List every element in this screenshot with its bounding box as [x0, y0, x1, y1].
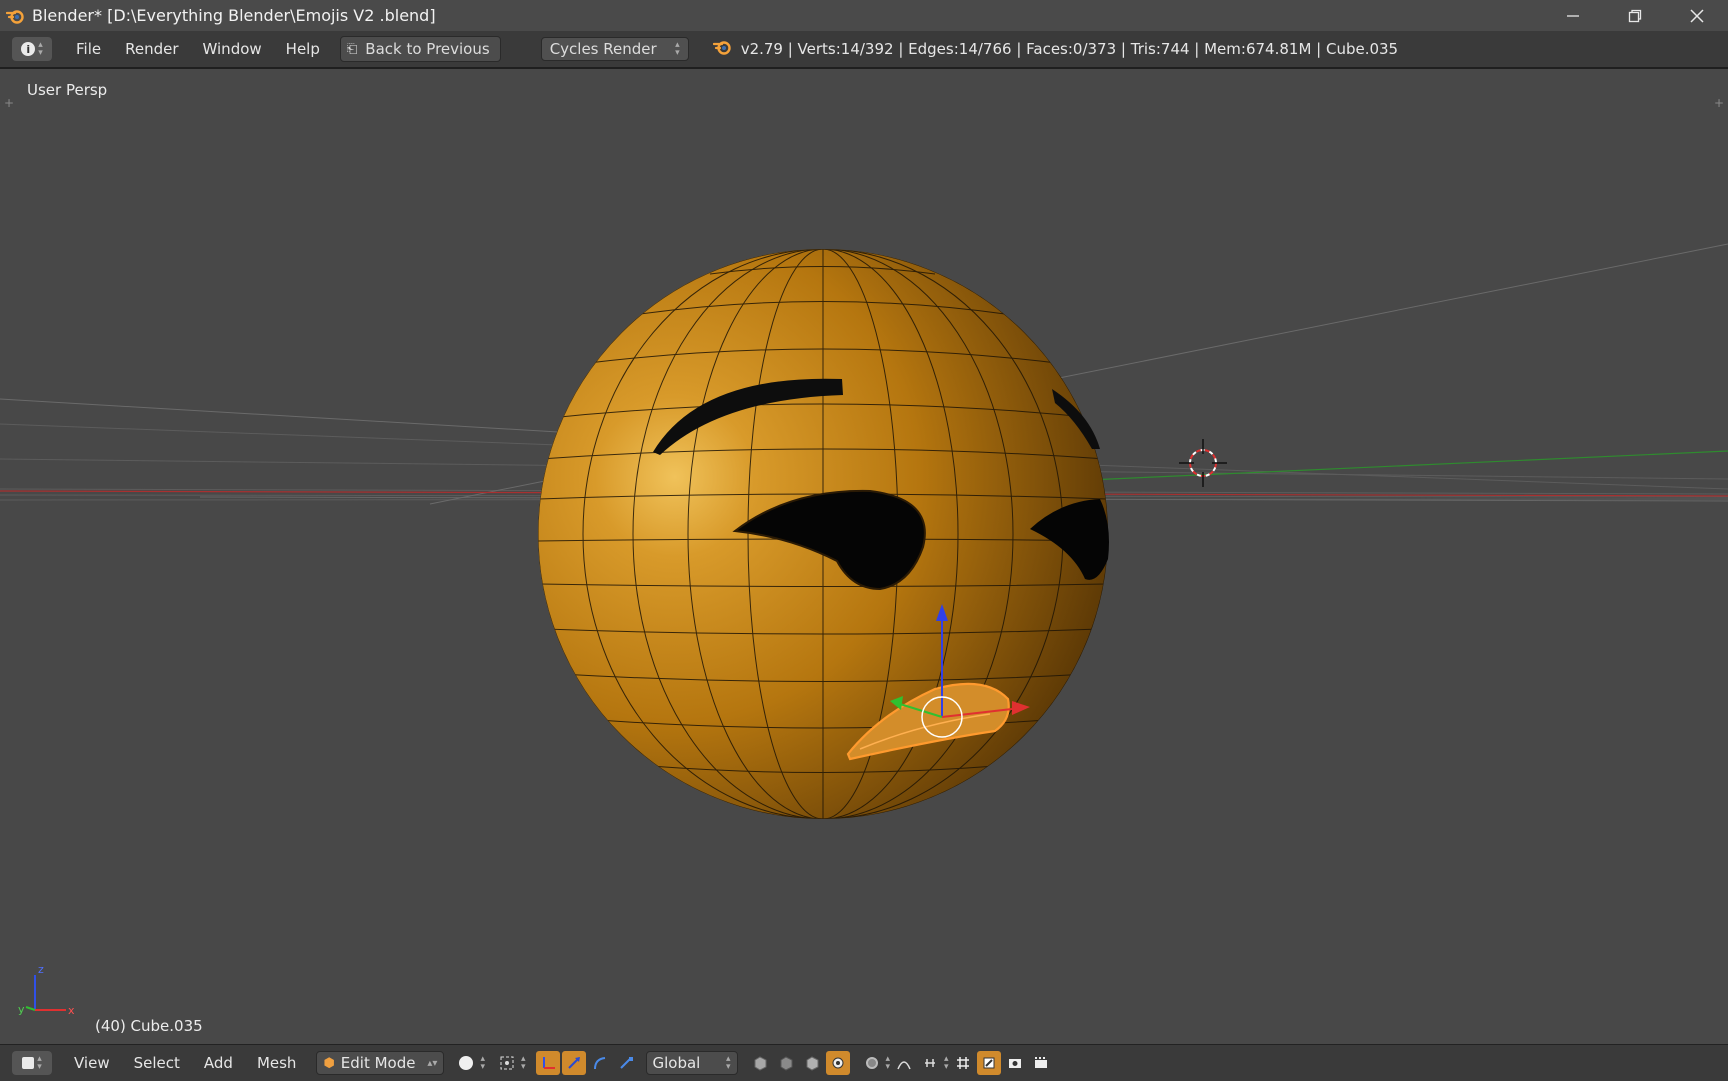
manipulator-group — [535, 1051, 638, 1075]
menu-select[interactable]: Select — [122, 1054, 192, 1072]
transform-orientation-label: Global — [652, 1054, 701, 1072]
render-animation-icon[interactable] — [1029, 1051, 1053, 1075]
edit-mode-icon: ⬢ — [323, 1055, 335, 1071]
menu-render[interactable]: Render — [113, 40, 190, 58]
stats-text: v2.79 | Verts:14/392 | Edges:14/766 | Fa… — [740, 40, 1399, 58]
chevron-updown-icon: ▴▾ — [675, 40, 680, 58]
spinner-icon: ▴ ▾ — [37, 1054, 42, 1072]
3d-cursor-icon[interactable] — [1179, 439, 1227, 487]
scene-stats: v2.79 | Verts:14/392 | Edges:14/766 | Fa… — [712, 39, 1399, 59]
spinner-icon: ▴ ▾ — [480, 1054, 485, 1072]
back-to-previous-label: Back to Previous — [365, 40, 490, 58]
viewport-shading-icon[interactable] — [454, 1051, 478, 1075]
proportional-editing-icon[interactable] — [860, 1051, 884, 1075]
spinner-icon: ▴ ▾ — [520, 1054, 526, 1072]
shading-group: ▴ ▾ — [454, 1051, 485, 1075]
blender-logo-icon — [712, 39, 731, 59]
face-select-icon[interactable] — [800, 1051, 824, 1075]
view-perspective-label: User Persp — [27, 81, 108, 99]
3d-viewport[interactable]: z x y + + User Persp (40) Cube.035 — [0, 69, 1728, 1044]
viewport-scene: z x y — [0, 243, 1728, 1017]
editor-type-selector[interactable]: i ▴ ▾ — [12, 37, 52, 61]
y-axis-line — [999, 450, 1728, 485]
snap-element-icon[interactable] — [951, 1051, 975, 1075]
properties-panel-toggle-icon[interactable]: + — [1713, 97, 1725, 109]
spinner-icon: ▴ ▾ — [885, 1054, 891, 1072]
transform-orientation-select[interactable]: Global ▴ ▾ — [645, 1051, 738, 1075]
close-icon[interactable] — [1666, 0, 1728, 31]
pivot-point-icon[interactable] — [495, 1051, 519, 1075]
active-object-label: (40) Cube.035 — [95, 1017, 203, 1035]
render-still-icon[interactable] — [1003, 1051, 1027, 1075]
window-controls — [1542, 0, 1728, 31]
axis-y-label: y — [18, 1003, 25, 1016]
limit-selection-visible-icon[interactable] — [825, 1051, 850, 1075]
editor-type-selector-3d[interactable]: ▴ ▾ — [12, 1051, 52, 1075]
chevron-updown-icon: ▴▾ — [725, 1054, 731, 1072]
3d-view-header: ▴ ▾ View Select Add Mesh ⬢ Edit Mode ▴▾ ▴… — [0, 1044, 1728, 1081]
blender-app: Blender* [D:\Everything Blender\Emojis V… — [0, 0, 1728, 1081]
axis-z-label: z — [38, 963, 44, 976]
minimize-icon[interactable] — [1542, 0, 1604, 31]
menu-view[interactable]: View — [62, 1054, 122, 1072]
back-to-previous-button[interactable]: ⎗ Back to Previous — [339, 36, 501, 62]
render-engine-label: Cycles Render — [549, 40, 657, 58]
vertex-select-icon[interactable] — [748, 1051, 772, 1075]
interaction-mode-select[interactable]: ⬢ Edit Mode ▴▾ — [316, 1051, 445, 1075]
viewport-toggles — [748, 1051, 850, 1075]
restore-icon[interactable] — [1604, 0, 1666, 31]
window-title: Blender* [D:\Everything Blender\Emojis V… — [32, 6, 436, 25]
back-icon: ⎗ — [346, 41, 358, 57]
info-icon: i — [21, 42, 36, 56]
proportional-group: ▴ ▾ ▴ ▾ — [860, 1051, 1053, 1075]
falloff-icon[interactable] — [892, 1051, 916, 1075]
cube-icon — [22, 1057, 35, 1069]
menu-window[interactable]: Window — [191, 40, 274, 58]
chevron-updown-icon: ▴▾ — [427, 1057, 438, 1069]
edge-select-icon[interactable] — [774, 1051, 798, 1075]
snap-target-icon[interactable] — [918, 1051, 942, 1075]
scale-icon[interactable] — [614, 1051, 638, 1075]
render-engine-select[interactable]: Cycles Render ▴ ▾ — [540, 37, 689, 61]
tool-shelf-toggle-icon[interactable]: + — [3, 97, 15, 109]
axis-x-label: x — [68, 1004, 75, 1017]
interaction-mode-label: Edit Mode — [340, 1054, 416, 1072]
rotate-icon[interactable] — [588, 1051, 612, 1075]
snap-toggle-icon[interactable] — [976, 1051, 1001, 1075]
spinner-icon: ▴ ▾ — [944, 1054, 949, 1072]
spinner-icon: ▴ ▾ — [38, 40, 43, 58]
info-header: i ▴ ▾ File Render Window Help ⎗ Back to P… — [0, 31, 1728, 69]
menu-help[interactable]: Help — [274, 40, 332, 58]
translate-icon[interactable] — [561, 1051, 586, 1075]
window-titlebar: Blender* [D:\Everything Blender\Emojis V… — [0, 0, 1728, 31]
menu-file[interactable]: File — [64, 40, 113, 58]
menu-mesh[interactable]: Mesh — [245, 1054, 309, 1072]
emoji-mesh[interactable] — [538, 249, 1109, 819]
menu-add[interactable]: Add — [192, 1054, 245, 1072]
axis-orientation-widget: z x y — [18, 963, 75, 1017]
blender-logo-icon — [4, 5, 26, 27]
pivot-group: ▴ ▾ — [495, 1051, 526, 1075]
manipulator-toggle-icon[interactable] — [535, 1051, 560, 1075]
